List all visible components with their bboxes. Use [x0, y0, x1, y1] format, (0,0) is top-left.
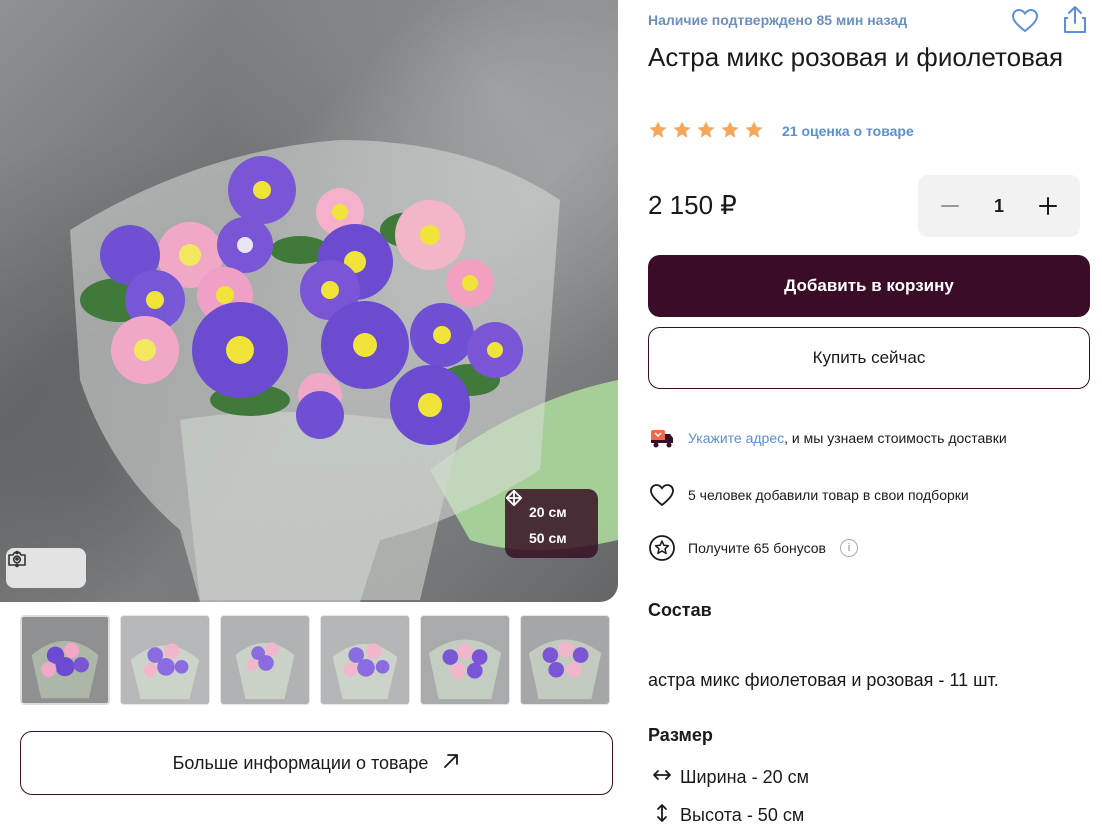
more-vertical-icon[interactable] [15, 548, 86, 588]
favorites-text: 5 человек добавили товар в свои подборки [688, 487, 969, 503]
composition-title: Состав [648, 600, 712, 620]
star-icon [673, 121, 691, 138]
photo-tools [6, 548, 86, 588]
quantity-value: 1 [993, 195, 1004, 216]
heart-icon[interactable] [1010, 6, 1040, 36]
composition-text: астра микс фиолетовая и розовая - 11 шт. [648, 670, 999, 690]
thumbnail[interactable] [120, 615, 210, 705]
bonus-row: Получите 65 бонусов i [648, 534, 858, 562]
thumbnail-strip [20, 615, 610, 705]
thumbnail[interactable] [320, 615, 410, 705]
thumbnail[interactable] [20, 615, 110, 705]
horizontal-arrows-icon [652, 765, 672, 790]
availability-status: Наличие подтверждено 85 мин назад [648, 12, 908, 28]
plus-icon[interactable] [1026, 184, 1070, 228]
star-icon [649, 121, 667, 138]
overlay-height: 50 см [529, 530, 567, 546]
more-info-label: Больше информации о товаре [172, 752, 429, 773]
width-row: Ширина - 20 см [652, 765, 809, 790]
thumbnail[interactable] [420, 615, 510, 705]
height-text: Высота - 50 см [680, 805, 805, 825]
star-icon [721, 121, 739, 138]
price: 2 150 ₽ [648, 190, 737, 220]
main-product-photo[interactable]: 20 см 50 см [0, 0, 618, 602]
height-row: Высота - 50 см [652, 803, 804, 828]
thumbnail[interactable] [520, 615, 610, 705]
delivery-truck-icon [648, 424, 676, 452]
info-icon[interactable]: i [839, 539, 858, 557]
quantity-stepper: 1 [918, 175, 1080, 237]
rating-stars [648, 120, 764, 140]
bonus-star-icon [648, 534, 676, 562]
buy-now-button[interactable]: Купить сейчас [648, 327, 1090, 389]
delivery-row: Укажите адрес, и мы узнаем стоимость дос… [648, 424, 1007, 452]
arrow-up-right-icon [442, 752, 460, 775]
product-title: Астра микс розовая и фиолетовая [648, 42, 1064, 72]
heart-outline-icon [648, 481, 676, 509]
overlay-width: 20 см [529, 504, 567, 520]
size-overlay: 20 см 50 см [505, 489, 598, 558]
delivery-text: , и мы узнаем стоимость доставки [784, 430, 1007, 446]
specify-address-link[interactable]: Укажите адрес [688, 430, 784, 446]
star-icon [697, 121, 715, 138]
star-icon [745, 121, 763, 138]
rating-count-link[interactable]: 21 оценка о товаре [782, 123, 914, 139]
favorites-row: 5 человек добавили товар в свои подборки [648, 481, 969, 509]
vertical-arrows-icon [652, 803, 672, 828]
more-info-button[interactable]: Больше информации о товаре [20, 731, 613, 795]
bonus-text: Получите 65 бонусов [688, 540, 826, 556]
thumbnail[interactable] [220, 615, 310, 705]
share-icon[interactable] [1060, 4, 1090, 36]
width-text: Ширина - 20 см [680, 767, 809, 787]
minus-icon[interactable] [928, 184, 972, 228]
size-title: Размер [648, 725, 713, 745]
add-to-cart-button[interactable]: Добавить в корзину [648, 255, 1090, 317]
